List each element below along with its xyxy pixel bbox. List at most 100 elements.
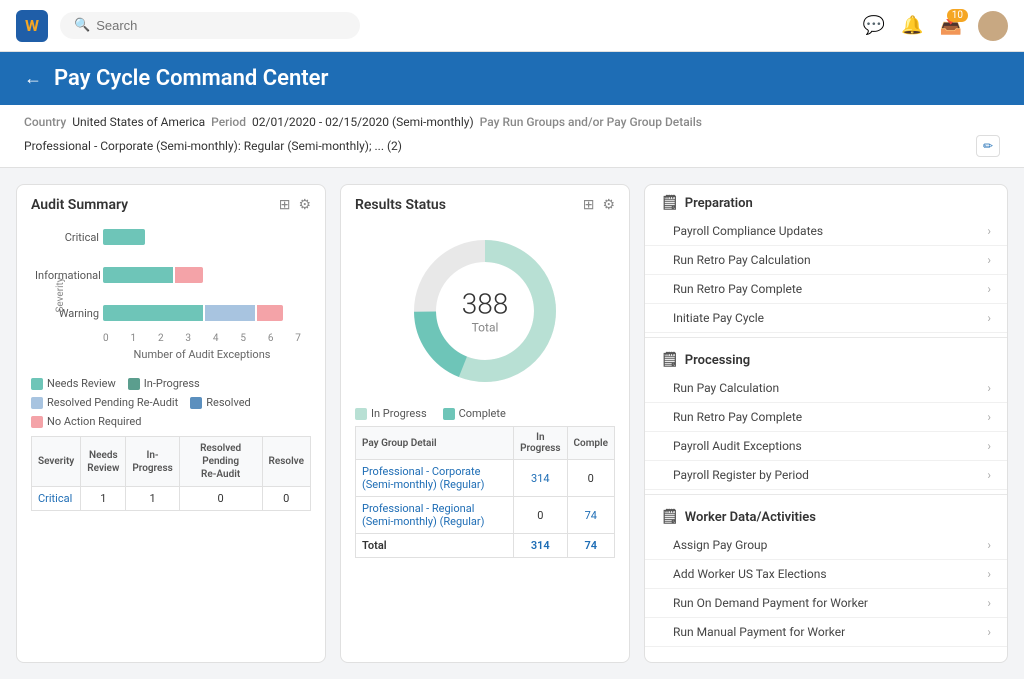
chevron-icon: › [987, 224, 991, 238]
menu-run-on-demand-payment[interactable]: Run On Demand Payment for Worker › [645, 589, 1007, 618]
legend-resolved: Resolved [190, 396, 251, 409]
chevron-icon: › [987, 253, 991, 267]
search-box[interactable]: 🔍 [60, 12, 360, 39]
inbox-badge: 10 [947, 9, 968, 22]
results-status-card: Results Status ⊞ ⚙ 388 [340, 184, 630, 663]
bar-warning-pink [257, 305, 283, 321]
legend-dot-needs-review [31, 378, 43, 390]
donut-area: 388 Total [341, 221, 629, 401]
worker-data-title: Worker Data/Activities [685, 510, 816, 525]
x-axis: 01234567 [103, 329, 301, 344]
chevron-icon: › [987, 282, 991, 296]
processing-icon: 🗒 [661, 352, 679, 368]
donut-label: Total [462, 321, 509, 335]
menu-payroll-register-period[interactable]: Payroll Register by Period › [645, 461, 1007, 490]
breadcrumb-bar: Country United States of America Period … [0, 105, 1024, 168]
audit-table: Severity NeedsReview In-Progress Resolve… [31, 436, 311, 511]
main-content: Audit Summary ⊞ ⚙ Severity Critical Info… [0, 168, 1024, 679]
results-status-icons[interactable]: ⊞ ⚙ [583, 197, 615, 213]
legend-dot-resolved [190, 397, 202, 409]
section-preparation: 🗒 Preparation [645, 185, 1007, 217]
chevron-icon: › [987, 625, 991, 639]
bar-critical-needs-review [103, 229, 145, 245]
col-in-progress-results: InProgress [514, 427, 567, 460]
audit-summary-header: Audit Summary ⊞ ⚙ [17, 185, 325, 221]
x-axis-title: Number of Audit Exceptions [103, 348, 301, 361]
col-severity: Severity [32, 437, 81, 487]
menu-add-worker-tax-elections[interactable]: Add Worker US Tax Elections › [645, 560, 1007, 589]
section-divider-2 [645, 494, 1007, 495]
chevron-icon: › [987, 439, 991, 453]
audit-summary-icons[interactable]: ⊞ ⚙ [279, 197, 311, 213]
legend-dot-complete-results [443, 408, 455, 420]
table-row: Professional - Regional (Semi-monthly) (… [356, 497, 615, 534]
search-input[interactable] [96, 18, 346, 33]
results-table: Pay Group Detail InProgress Comple Profe… [355, 426, 615, 558]
pay-group-link-1[interactable]: Professional - Corporate (Semi-monthly) … [362, 465, 484, 491]
page-header: ← Pay Cycle Command Center [0, 52, 1024, 105]
bar-info-pink [175, 267, 203, 283]
results-status-header: Results Status ⊞ ⚙ [341, 185, 629, 221]
col-resolved-pending: Resolved PendingRe-Audit [179, 437, 262, 487]
legend-complete-results: Complete [443, 407, 506, 420]
legend-in-progress: In-Progress [128, 377, 200, 390]
donut-center: 388 Total [462, 288, 509, 335]
col-resolve: Resolve [262, 437, 310, 487]
chevron-icon: › [987, 311, 991, 325]
workday-logo[interactable]: W [16, 10, 48, 42]
results-table-wrapper: Pay Group Detail InProgress Comple Profe… [341, 426, 629, 662]
country-label: Country [24, 115, 66, 129]
bar-warning-teal [103, 305, 203, 321]
legend-dot-resolved-pending [31, 397, 43, 409]
country-value: United States of America [72, 115, 205, 129]
chevron-icon: › [987, 381, 991, 395]
filter-icon[interactable]: ⊞ [279, 197, 291, 213]
settings-icon[interactable]: ⚙ [298, 197, 311, 213]
right-panel-scroll[interactable]: 🗒 Preparation Payroll Compliance Updates… [645, 185, 1007, 662]
audit-chart-area: Severity Critical Informational Warning [17, 221, 325, 369]
col-pay-group: Pay Group Detail [356, 427, 514, 460]
messages-icon[interactable]: 💬 [863, 15, 885, 36]
col-complete-results: Comple [567, 427, 615, 460]
table-row: Professional - Corporate (Semi-monthly) … [356, 460, 615, 497]
menu-payroll-compliance-updates[interactable]: Payroll Compliance Updates › [645, 217, 1007, 246]
legend-dot-in-progress [128, 378, 140, 390]
pay-run-value: Professional - Corporate (Semi-monthly):… [24, 139, 402, 153]
menu-initiate-pay-cycle[interactable]: Initiate Pay Cycle › [645, 304, 1007, 333]
chevron-icon: › [987, 567, 991, 581]
legend-dot-in-progress-results [355, 408, 367, 420]
section-worker-data: 🗒 Worker Data/Activities [645, 499, 1007, 531]
chevron-icon: › [987, 596, 991, 610]
preparation-title: Preparation [685, 196, 753, 211]
filter-icon-results[interactable]: ⊞ [583, 197, 595, 213]
legend-no-action: No Action Required [31, 415, 141, 428]
inbox-icon[interactable]: 📥10 [940, 15, 962, 36]
results-status-title: Results Status [355, 197, 446, 213]
col-in-progress: In-Progress [126, 437, 179, 487]
avatar[interactable] [978, 11, 1008, 41]
page-title: Pay Cycle Command Center [54, 66, 328, 91]
section-processing: 🗒 Processing [645, 342, 1007, 374]
back-arrow[interactable]: ← [24, 68, 42, 89]
bar-info-teal [103, 267, 173, 283]
menu-run-pay-calculation[interactable]: Run Pay Calculation › [645, 374, 1007, 403]
period-label: Period [211, 115, 246, 129]
pay-group-link-2[interactable]: Professional - Regional (Semi-monthly) (… [362, 502, 484, 528]
settings-icon-results[interactable]: ⚙ [602, 197, 615, 213]
menu-run-retro-pay-calc[interactable]: Run Retro Pay Calculation › [645, 246, 1007, 275]
breadcrumb-edit-button[interactable]: ✏ [976, 135, 1000, 157]
menu-run-retro-pay-complete-proc[interactable]: Run Retro Pay Complete › [645, 403, 1007, 432]
menu-payroll-audit-exceptions[interactable]: Payroll Audit Exceptions › [645, 432, 1007, 461]
row-label-warning: Warning [35, 307, 99, 320]
menu-run-manual-payment[interactable]: Run Manual Payment for Worker › [645, 618, 1007, 647]
audit-summary-title: Audit Summary [31, 197, 128, 213]
severity-link-critical[interactable]: Critical [38, 492, 72, 505]
results-legend: In Progress Complete [341, 401, 629, 426]
menu-assign-pay-group[interactable]: Assign Pay Group › [645, 531, 1007, 560]
notifications-icon[interactable]: 🔔 [901, 15, 923, 36]
menu-run-retro-pay-complete-prep[interactable]: Run Retro Pay Complete › [645, 275, 1007, 304]
audit-summary-card: Audit Summary ⊞ ⚙ Severity Critical Info… [16, 184, 326, 663]
processing-title: Processing [685, 353, 750, 368]
worker-data-icon: 🗒 [661, 509, 679, 525]
table-row: Critical 1 1 0 0 [32, 487, 311, 511]
